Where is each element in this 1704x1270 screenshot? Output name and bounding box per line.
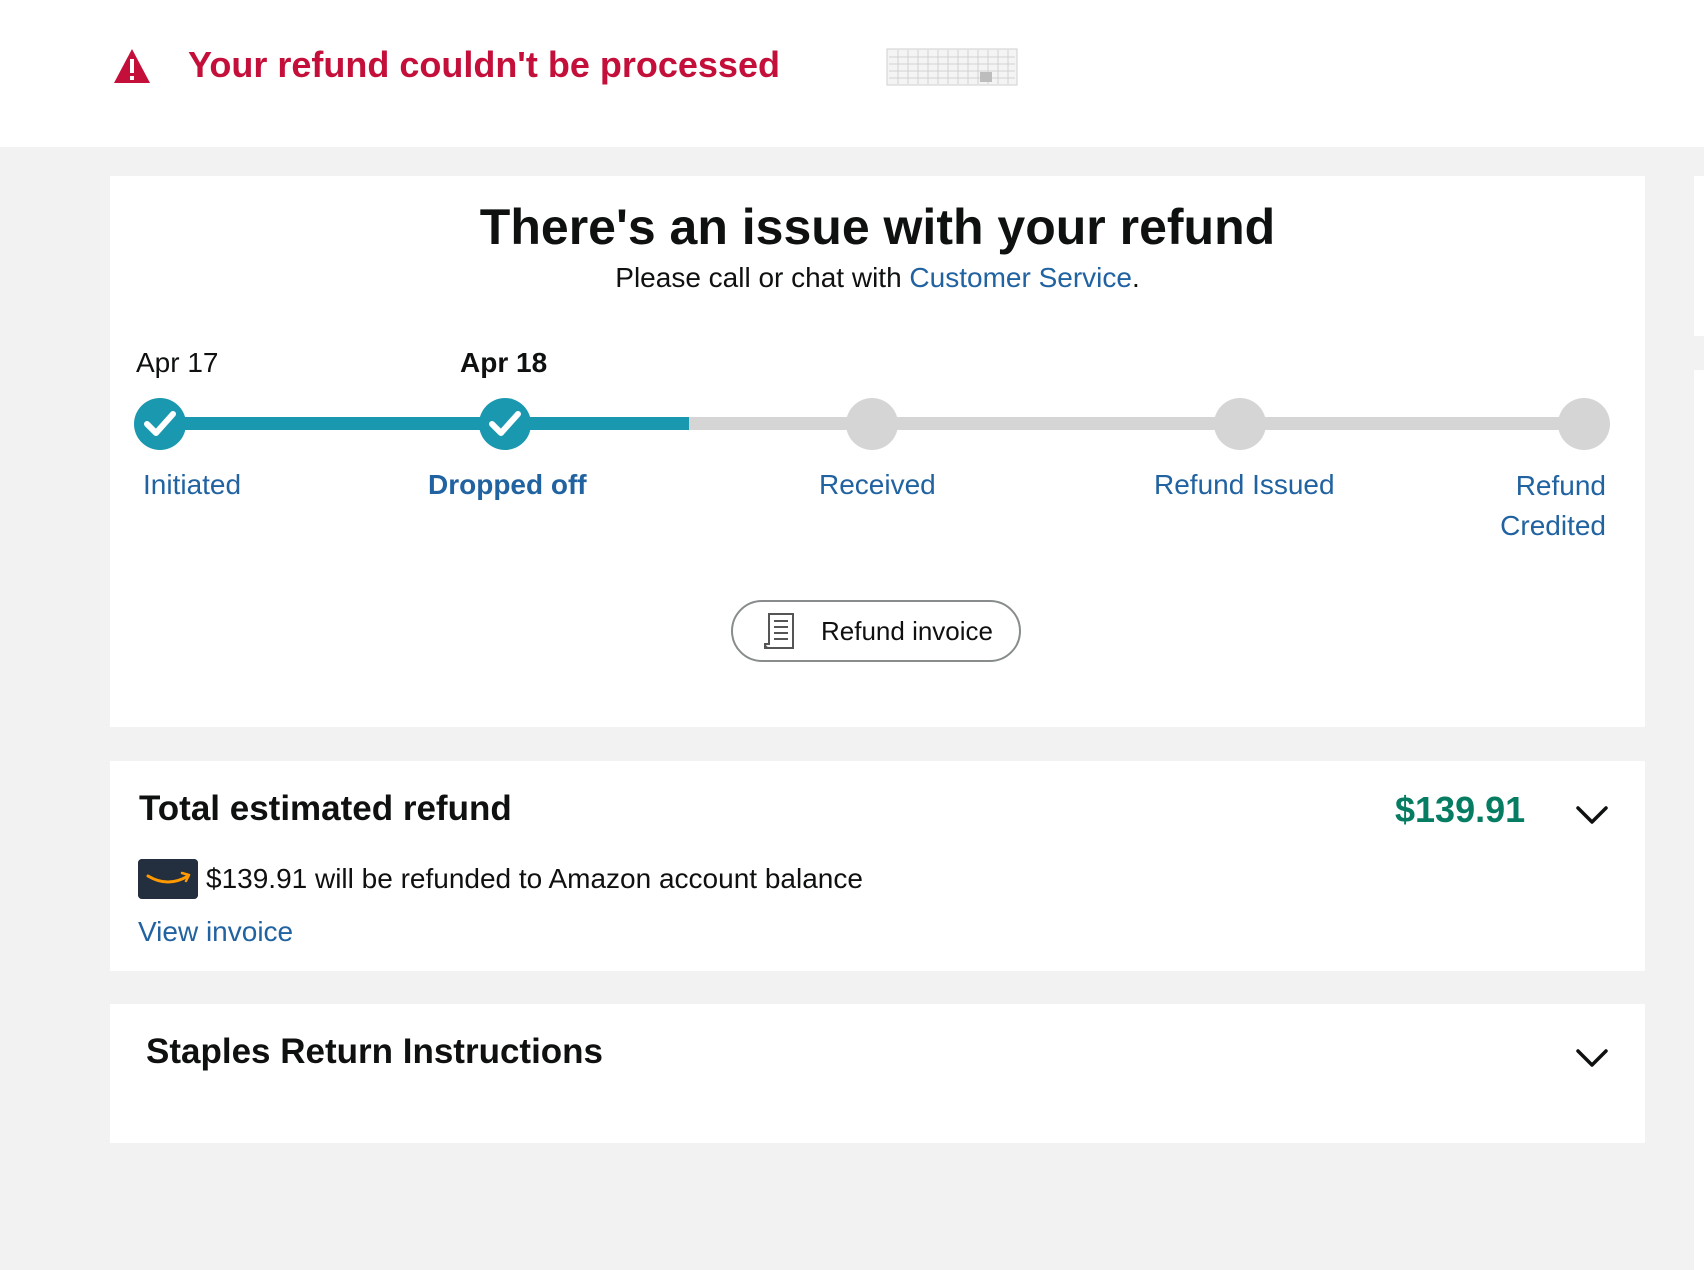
step-dropped-off-check-icon <box>479 398 531 450</box>
step-received-circle <box>846 398 898 450</box>
warning-icon <box>114 49 150 83</box>
refund-invoice-label: Refund invoice <box>821 615 993 646</box>
step-initiated-check-icon <box>134 398 186 450</box>
refund-summary-title: Total estimated refund <box>139 789 512 828</box>
step-refund-credited-circle <box>1558 398 1610 450</box>
view-invoice-link[interactable]: View invoice <box>138 916 293 948</box>
step-label-refund-issued[interactable]: Refund Issued <box>1154 469 1335 501</box>
side-panel-edge <box>1694 176 1704 336</box>
receipt-icon <box>764 613 794 649</box>
alert-message: Your refund couldn't be processed <box>188 44 780 85</box>
refund-amount: $139.91 <box>1395 789 1526 830</box>
step-label-refund-credited[interactable]: Refund Credited <box>1466 466 1606 546</box>
amazon-logo-icon <box>138 859 198 899</box>
step-label-initiated[interactable]: Initiated <box>143 469 241 501</box>
refund-destination: $139.91 will be refunded to Amazon accou… <box>138 859 863 899</box>
return-instructions-title: Staples Return Instructions <box>146 1032 604 1071</box>
refund-destination-text: $139.91 will be refunded to Amazon accou… <box>206 863 863 894</box>
refund-status-card: There's an issue with your refund Please… <box>110 176 1645 727</box>
step-label-dropped-off[interactable]: Dropped off <box>428 469 587 501</box>
chevron-down-icon[interactable] <box>1574 803 1610 827</box>
step-label-received[interactable]: Received <box>819 469 936 501</box>
product-thumbnail <box>886 48 1018 86</box>
chevron-down-icon[interactable] <box>1574 1046 1610 1070</box>
tracker-progress-bar <box>160 417 689 430</box>
side-panel-edge <box>1694 370 1704 1270</box>
return-instructions-card[interactable]: Staples Return Instructions <box>110 1004 1645 1143</box>
refund-invoice-button[interactable]: Refund invoice <box>731 600 1021 662</box>
alert-bar: Your refund couldn't be processed <box>0 0 1704 147</box>
refund-summary-card: Total estimated refund $139.91 $139.91 w… <box>110 761 1645 971</box>
step-refund-issued-circle <box>1214 398 1266 450</box>
